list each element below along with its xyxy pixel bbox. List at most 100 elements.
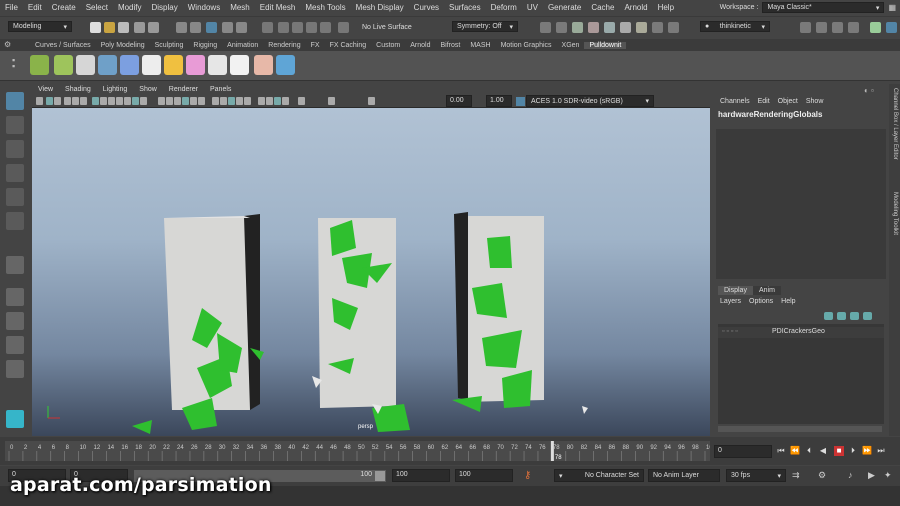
exposure-icon[interactable] bbox=[328, 97, 335, 105]
shelf-tab-rigging[interactable]: Rigging bbox=[188, 42, 222, 49]
film-gate-icon[interactable] bbox=[100, 97, 107, 105]
modeling-toolkit-tab[interactable]: Modeling Toolkit bbox=[892, 192, 898, 235]
play-backwards-icon[interactable]: ◀ bbox=[818, 446, 828, 456]
menu-display[interactable]: Display bbox=[147, 3, 183, 12]
menu-mesh[interactable]: Mesh bbox=[225, 3, 255, 12]
move-layer-up-icon[interactable] bbox=[824, 312, 833, 320]
menu-arnold[interactable]: Arnold bbox=[619, 3, 652, 12]
step-back-key-icon[interactable]: ⏪ bbox=[790, 446, 800, 456]
paint-select-icon[interactable] bbox=[222, 22, 233, 33]
menu-help[interactable]: Help bbox=[653, 3, 679, 12]
lights-icon[interactable] bbox=[198, 97, 205, 105]
four-pane-layout-icon[interactable] bbox=[6, 312, 24, 330]
step-forward-frame-icon[interactable]: ⏵ bbox=[848, 446, 858, 456]
camera-select-icon[interactable] bbox=[36, 97, 43, 105]
workspace-dropdown[interactable]: Maya Classic* ▾ bbox=[762, 2, 885, 13]
shelf-tab-poly-modeling[interactable]: Poly Modeling bbox=[96, 42, 150, 49]
grease-pencil-icon[interactable] bbox=[80, 97, 87, 105]
viewport-menu-shading[interactable]: Shading bbox=[59, 86, 97, 93]
pdi-logo-icon[interactable] bbox=[276, 55, 295, 75]
shadows-icon[interactable] bbox=[212, 97, 219, 105]
lock-icon[interactable]: ▦ bbox=[888, 3, 896, 12]
shelf-tab-sculpting[interactable]: Sculpting bbox=[150, 42, 189, 49]
gate-mask-icon[interactable] bbox=[116, 97, 123, 105]
menu-file[interactable]: File bbox=[0, 3, 23, 12]
shelf-tab-fx-caching[interactable]: FX Caching bbox=[325, 42, 372, 49]
shelf-tab-pulldownit[interactable]: Pulldownit bbox=[584, 41, 627, 49]
wireframe-icon[interactable] bbox=[158, 97, 165, 105]
layout-icon[interactable] bbox=[886, 22, 897, 33]
channel-box-tab[interactable]: Channel Box / Layer Editor bbox=[892, 88, 898, 160]
character-set-dropdown[interactable]: ▾ No Character Set bbox=[554, 469, 644, 482]
shelf-tab-rendering[interactable]: Rendering bbox=[263, 42, 305, 49]
select-hierarchy-icon[interactable] bbox=[176, 22, 187, 33]
move-tool-icon[interactable] bbox=[6, 164, 24, 182]
modeling-toolkit-icon[interactable] bbox=[800, 22, 811, 33]
channel-box-menu-edit[interactable]: Edit bbox=[758, 98, 770, 105]
layer-row[interactable]: ▫ ▫ ▫ ▫ PDICrackersGeo bbox=[718, 327, 884, 338]
menu-uv[interactable]: UV bbox=[522, 3, 543, 12]
ipr-render-icon[interactable] bbox=[604, 22, 615, 33]
colorspace-dropdown[interactable]: ACES 1.0 SDR-video (sRGB) ▾ bbox=[526, 95, 654, 107]
menu-mesh-display[interactable]: Mesh Display bbox=[351, 3, 409, 12]
layer-tab-anim[interactable]: Anim bbox=[752, 286, 781, 295]
snap-view-icon[interactable] bbox=[306, 22, 317, 33]
snap-point-icon[interactable] bbox=[292, 22, 303, 33]
pdi-cube-icon[interactable] bbox=[142, 55, 161, 75]
menu-surfaces[interactable]: Surfaces bbox=[444, 3, 486, 12]
snap-grid-icon[interactable] bbox=[262, 22, 273, 33]
step-back-frame-icon[interactable]: ⏴ bbox=[804, 446, 814, 456]
rotate-tool-icon[interactable] bbox=[6, 188, 24, 206]
live-surface-label[interactable]: No Live Surface bbox=[362, 24, 412, 31]
anim-layer-dropdown[interactable]: No Anim Layer bbox=[648, 469, 720, 482]
shelf-tab-motion-graphics[interactable]: Motion Graphics bbox=[496, 42, 557, 49]
outliner-layout-icon[interactable] bbox=[6, 360, 24, 378]
paint-select-tool-icon[interactable] bbox=[6, 140, 24, 158]
pdi-brush-icon[interactable] bbox=[98, 55, 117, 75]
ambient-occlusion-icon[interactable] bbox=[220, 97, 227, 105]
open-scene-icon[interactable] bbox=[104, 22, 115, 33]
single-pane-layout-icon[interactable] bbox=[6, 288, 24, 306]
current-time-field[interactable]: 0 bbox=[714, 445, 772, 458]
render-setup-icon[interactable] bbox=[652, 22, 663, 33]
auto-key-icon[interactable]: ⚷ bbox=[524, 470, 531, 481]
layer-scrollbar[interactable] bbox=[718, 426, 882, 432]
preferences-icon[interactable]: ✦ bbox=[884, 470, 892, 481]
xray-joints-icon[interactable] bbox=[282, 97, 289, 105]
sound-icon[interactable]: ♪ bbox=[848, 470, 853, 480]
fps-dropdown[interactable]: 30 fps ▾ bbox=[726, 469, 786, 482]
xray-icon[interactable] bbox=[266, 97, 273, 105]
menu-mesh-tools[interactable]: Mesh Tools bbox=[300, 3, 350, 12]
backface-culling-icon[interactable] bbox=[298, 97, 305, 105]
wireframe-on-shaded-icon[interactable] bbox=[182, 97, 189, 105]
layer-menu-help[interactable]: Help bbox=[781, 298, 795, 305]
select-object-icon[interactable] bbox=[190, 22, 201, 33]
shelf-tab-arnold[interactable]: Arnold bbox=[405, 42, 435, 49]
menu-edit-mesh[interactable]: Edit Mesh bbox=[255, 3, 301, 12]
new-layer-icon[interactable] bbox=[850, 312, 859, 320]
light-editor-icon[interactable] bbox=[668, 22, 679, 33]
viewport-menu-panels[interactable]: Panels bbox=[204, 86, 237, 93]
viewport-menu-view[interactable]: View bbox=[32, 86, 59, 93]
viewport-menu-renderer[interactable]: Renderer bbox=[163, 86, 204, 93]
motion-blur-icon[interactable] bbox=[228, 97, 235, 105]
pdi-box-icon[interactable] bbox=[230, 55, 249, 75]
shelf-options-icon[interactable]: ⚙ bbox=[4, 40, 11, 49]
menu-select[interactable]: Select bbox=[81, 3, 113, 12]
attribute-editor-icon[interactable] bbox=[832, 22, 843, 33]
select-tool-icon[interactable] bbox=[6, 92, 24, 110]
channel-box-options-icon[interactable]: ◐ ▫ bbox=[864, 86, 874, 95]
end-time-field[interactable]: 100 bbox=[455, 469, 513, 482]
pdi-settings-icon[interactable] bbox=[76, 55, 95, 75]
move-layer-down-icon[interactable] bbox=[837, 312, 846, 320]
grid-icon[interactable] bbox=[92, 97, 99, 105]
menu-curves[interactable]: Curves bbox=[409, 3, 444, 12]
render-settings-icon[interactable] bbox=[620, 22, 631, 33]
depth-of-field-icon[interactable] bbox=[244, 97, 251, 105]
viewport-menu-lighting[interactable]: Lighting bbox=[97, 86, 134, 93]
menu-cache[interactable]: Cache bbox=[586, 3, 619, 12]
save-scene-icon[interactable] bbox=[118, 22, 129, 33]
shelf-tab-curves-surfaces[interactable]: Curves / Surfaces bbox=[30, 42, 96, 49]
perspective-viewport[interactable]: persp bbox=[32, 108, 710, 436]
time-ruler[interactable]: 0 2 4 6 8 10 12 14 16 18 20 22 24 26 28 30 32 34 36 38 40 42 4… bbox=[5, 441, 717, 461]
